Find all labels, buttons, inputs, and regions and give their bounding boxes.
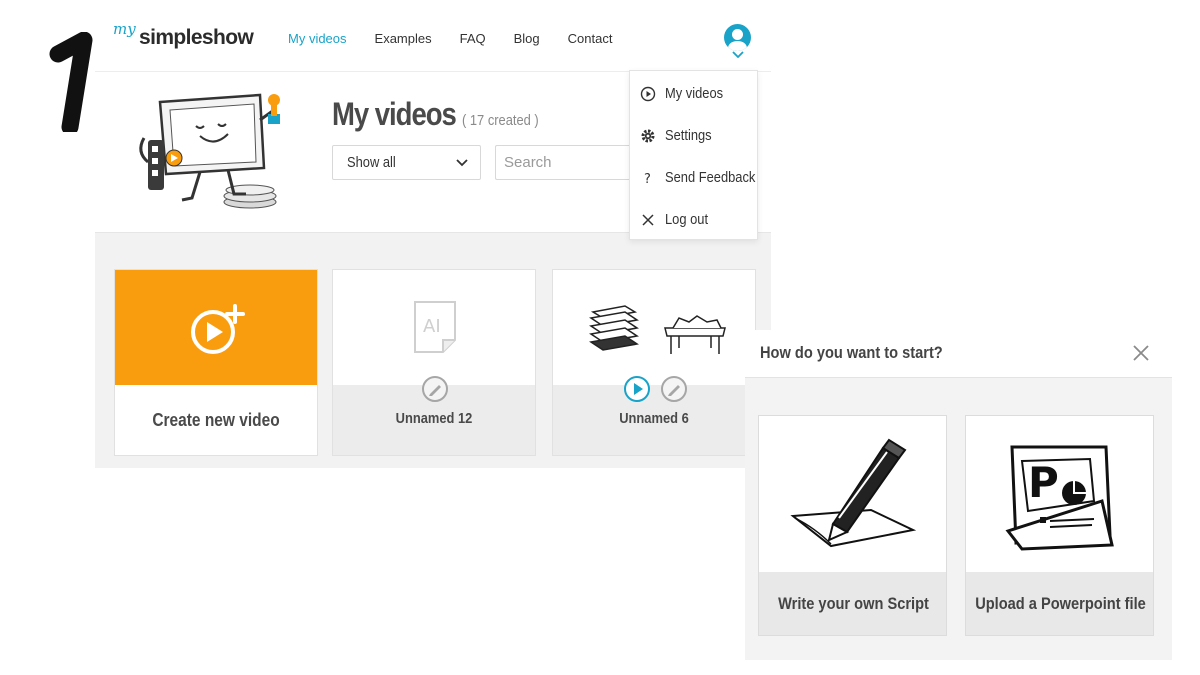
create-card-thumb: [115, 270, 317, 385]
play-icon: [634, 383, 643, 395]
upload-powerpoint-option[interactable]: P Upload a Powerpoint file: [965, 415, 1154, 636]
question-icon: ?: [644, 172, 651, 186]
menu-item-label: My videos: [665, 85, 724, 102]
top-header: my simpleshow My videos Examples FAQ Blo…: [95, 0, 771, 72]
svg-text:?: ?: [644, 172, 651, 186]
powerpoint-icon: P: [1005, 445, 1114, 551]
start-modal: How do you want to start? Write your own…: [745, 330, 1172, 660]
edit-button[interactable]: [661, 376, 687, 402]
create-card-label: Create new video: [152, 410, 280, 430]
documents-table-icon: [589, 305, 726, 354]
user-avatar-icon[interactable]: [724, 24, 751, 51]
show-all-select[interactable]: Show all: [332, 145, 481, 180]
logo-my-text: my: [113, 20, 136, 38]
svg-text:AI: AI: [423, 316, 441, 337]
modal-header: How do you want to start?: [745, 330, 1172, 378]
menu-item-my-videos[interactable]: My videos: [630, 79, 757, 109]
nav-my-videos[interactable]: My videos: [288, 31, 347, 46]
option-thumb: [759, 416, 946, 572]
tv-mascot-illustration: [139, 93, 280, 209]
play-circle-icon: [640, 86, 656, 102]
video-card-title: Unnamed 12: [395, 410, 473, 427]
menu-item-label: Log out: [665, 211, 709, 228]
video-card-unnamed-6[interactable]: Unnamed 6: [552, 269, 756, 456]
close-icon: [642, 214, 654, 226]
svg-text:P: P: [1028, 458, 1059, 507]
created-count: ( 17 created ): [462, 112, 539, 129]
edit-button[interactable]: [422, 376, 448, 402]
page-title: My videos: [332, 96, 457, 132]
write-script-option[interactable]: Write your own Script: [758, 415, 947, 636]
search-input[interactable]: [495, 145, 635, 180]
chevron-down-icon[interactable]: [732, 51, 744, 58]
step-number: [49, 32, 93, 132]
play-button[interactable]: [624, 376, 650, 402]
gear-icon: [641, 129, 655, 143]
menu-item-label: Settings: [665, 127, 712, 144]
pen-paper-icon: [790, 438, 917, 548]
nav-examples[interactable]: Examples: [375, 31, 432, 46]
chevron-down-icon: [456, 159, 468, 167]
logo-main-text: simpleshow: [139, 26, 254, 49]
pencil-icon: [668, 385, 680, 396]
text-document-icon: AI: [414, 301, 456, 353]
nav-blog[interactable]: Blog: [514, 31, 540, 46]
video-card-unnamed-12[interactable]: AI Unnamed 12: [332, 269, 536, 456]
nav-contact[interactable]: Contact: [568, 31, 613, 46]
modal-title: How do you want to start?: [760, 343, 943, 362]
create-new-video-card[interactable]: Create new video: [114, 269, 318, 456]
menu-item-send-feedback[interactable]: ? Send Feedback: [630, 163, 757, 193]
filter-value: Show all: [347, 154, 396, 171]
nav-faq[interactable]: FAQ: [460, 31, 486, 46]
option-thumb: P: [966, 416, 1153, 572]
video-card-thumb: AI: [333, 270, 535, 385]
menu-item-label: Send Feedback: [665, 169, 756, 186]
add-video-icon: [191, 304, 245, 354]
option-label: Write your own Script: [778, 594, 929, 613]
option-label: Upload a Powerpoint file: [975, 594, 1146, 613]
video-card-title: Unnamed 6: [619, 410, 689, 427]
video-card-thumb: [553, 270, 755, 385]
menu-item-log-out[interactable]: Log out: [630, 205, 757, 235]
main-nav: My videos Examples FAQ Blog Contact: [288, 31, 640, 46]
simpleshow-logo[interactable]: my simpleshow: [113, 20, 254, 54]
pencil-icon: [429, 385, 441, 396]
account-dropdown-menu: My videos Settings ? Send Feedback Log o…: [629, 70, 758, 240]
close-icon[interactable]: [1132, 344, 1150, 362]
menu-item-settings[interactable]: Settings: [630, 121, 757, 151]
